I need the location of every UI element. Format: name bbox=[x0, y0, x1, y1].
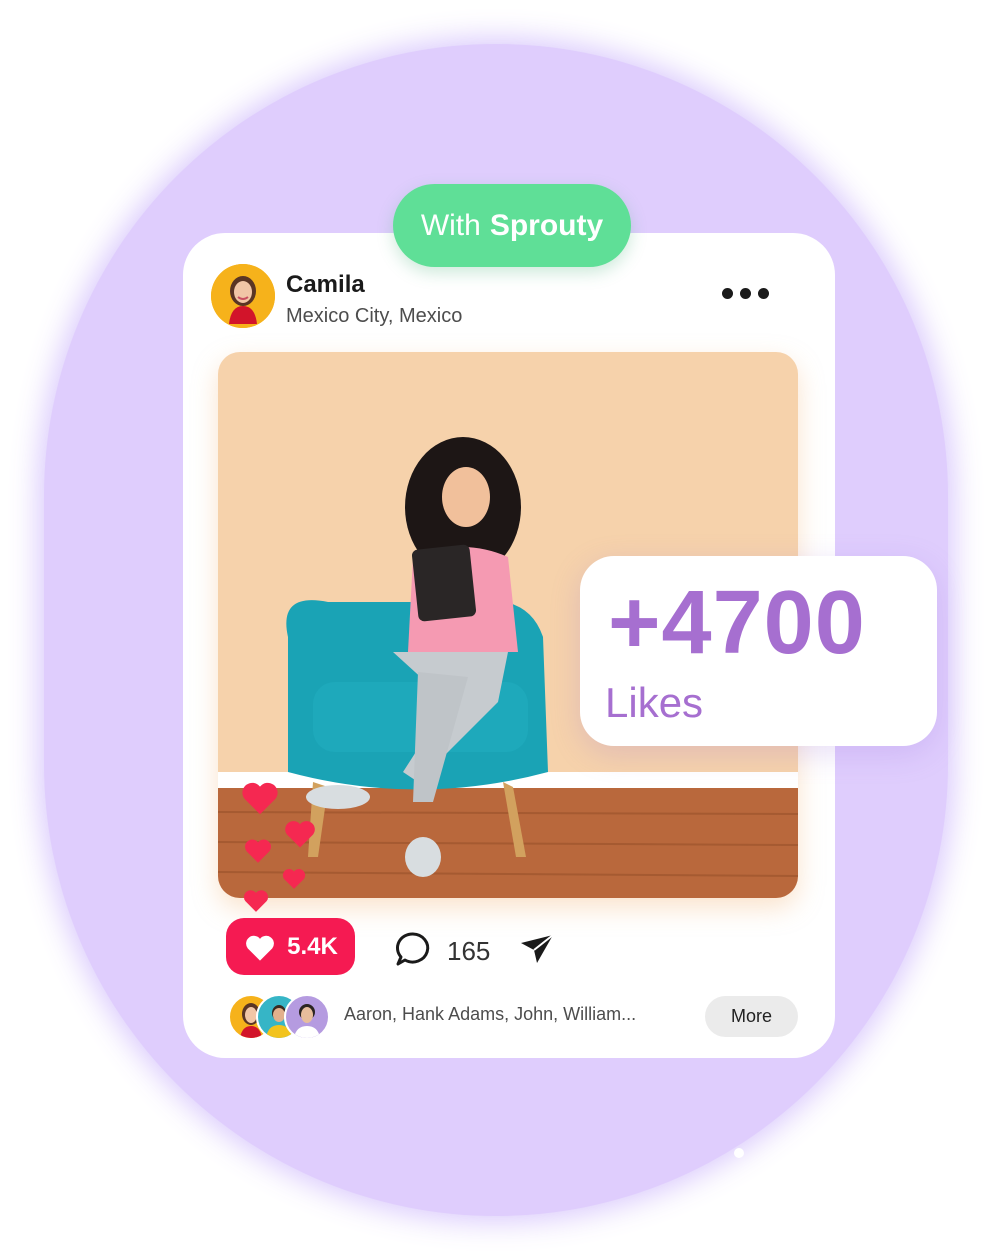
heart-icon bbox=[243, 890, 269, 912]
badge-brand: Sprouty bbox=[489, 208, 604, 242]
comment-bubble-icon[interactable] bbox=[394, 930, 432, 968]
like-button[interactable]: 5.4K bbox=[226, 918, 355, 975]
likes-stat-number: +4700 bbox=[608, 573, 866, 673]
heart-icon bbox=[285, 821, 315, 848]
more-button[interactable]: More bbox=[705, 996, 798, 1037]
heart-icon bbox=[246, 935, 275, 961]
more-options-icon[interactable] bbox=[722, 288, 769, 299]
decorative-dot bbox=[734, 1148, 744, 1158]
avatar-image bbox=[211, 264, 275, 328]
send-icon[interactable] bbox=[519, 933, 555, 965]
sprouty-badge: With Sprouty bbox=[393, 184, 631, 267]
user-name[interactable]: Camila bbox=[286, 271, 365, 299]
liker-avatar[interactable] bbox=[284, 994, 330, 1040]
heart-icon bbox=[245, 839, 271, 863]
avatar[interactable] bbox=[211, 264, 275, 328]
badge-prefix: With bbox=[420, 208, 481, 242]
likes-stat-label: Likes bbox=[605, 679, 704, 726]
like-count: 5.4K bbox=[287, 932, 338, 960]
likes-stat-card: +4700 Likes bbox=[580, 556, 937, 746]
heart-icon bbox=[282, 869, 306, 889]
comment-count: 165 bbox=[447, 936, 491, 966]
heart-icon bbox=[242, 782, 278, 815]
liker-names: Aaron, Hank Adams, John, William... bbox=[344, 1004, 637, 1024]
user-location: Mexico City, Mexico bbox=[286, 305, 463, 327]
